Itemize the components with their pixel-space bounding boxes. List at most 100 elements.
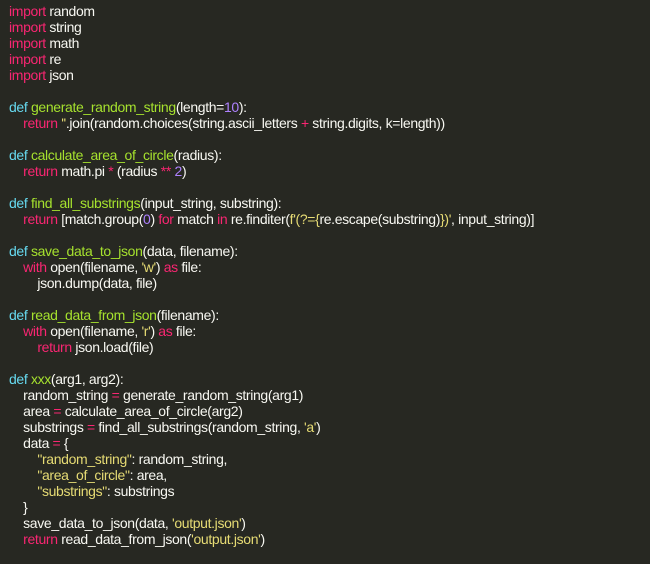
- code-line: }: [9, 499, 650, 515]
- keyword-token: return: [23, 163, 58, 179]
- code-text-token: re.escape(substring): [319, 211, 441, 227]
- code-text-token: open(filename,: [46, 323, 142, 339]
- code-text-token: (radius: [113, 163, 161, 179]
- code-text-token: random_string: [9, 387, 112, 403]
- code-text-token: (length=: [175, 99, 225, 115]
- code-text-token: math: [45, 35, 80, 51]
- code-text-token: json: [45, 67, 74, 83]
- code-text-token: data: [9, 435, 53, 451]
- keyword-token: **: [160, 163, 172, 179]
- code-text-token: : random_string,: [131, 451, 228, 467]
- code-text-token: ):: [238, 99, 247, 115]
- number-token: 2: [174, 163, 183, 179]
- def-keyword-token: def: [9, 371, 31, 387]
- keyword-token: in: [217, 211, 228, 227]
- code-text-token: substrings: [9, 419, 88, 435]
- code-line: json.dump(data, file): [9, 275, 650, 291]
- code-text-token: : substrings: [106, 483, 175, 499]
- string-token: f'(?={: [289, 211, 320, 227]
- code-text-token: (arg1, arg2):: [50, 371, 124, 387]
- code-line: import json: [9, 67, 650, 83]
- string-token: "substrings": [37, 483, 107, 499]
- keyword-token: for: [158, 211, 174, 227]
- code-line: return math.pi * (radius ** 2): [9, 163, 650, 179]
- code-line: substrings = find_all_substrings(random_…: [9, 419, 650, 435]
- keyword-token: import: [9, 51, 46, 67]
- keyword-token: import: [9, 35, 46, 51]
- code-line: return [match.group(0) for match in re.f…: [9, 211, 650, 227]
- def-keyword-token: def: [9, 147, 31, 163]
- code-line: random_string = generate_random_string(a…: [9, 387, 650, 403]
- code-text-token: ): [155, 259, 164, 275]
- code-line: return json.load(file): [9, 339, 650, 355]
- code-line: data = {: [9, 435, 650, 451]
- code-line: def xxx(arg1, arg2):: [9, 371, 650, 387]
- keyword-token: return: [23, 531, 58, 547]
- code-text-token: ): [181, 163, 187, 179]
- code-editor[interactable]: import random import string import math imp…: [0, 0, 650, 564]
- function-name-token: save_data_to_json: [30, 243, 143, 259]
- code-text-token: {: [60, 435, 69, 451]
- code-line: "area_of_circle": area,: [9, 467, 650, 483]
- code-text-token: area: [9, 403, 54, 419]
- code-line: return read_data_from_json('output.json'…: [9, 531, 650, 547]
- code-line: with open(filename, 'r') as file:: [9, 323, 650, 339]
- keyword-token: import: [9, 3, 46, 19]
- code-line: save_data_to_json(data, 'output.json'): [9, 515, 650, 531]
- string-token: 'a': [304, 419, 317, 435]
- code-text-token: find_all_substrings(random_string,: [94, 419, 305, 435]
- code-line: "random_string": random_string,: [9, 451, 650, 467]
- function-name-token: find_all_substrings: [30, 195, 141, 211]
- code-text-token: ): [260, 531, 265, 547]
- code-line: def calculate_area_of_circle(radius):: [9, 147, 650, 163]
- code-line: def read_data_from_json(filename):: [9, 307, 650, 323]
- code-line: def find_all_substrings(input_string, su…: [9, 195, 650, 211]
- code-text-token: random: [45, 3, 95, 19]
- code-line: import re: [9, 51, 650, 67]
- keyword-token: import: [9, 67, 46, 83]
- code-text-token: read_data_from_json(: [57, 531, 192, 547]
- function-name-token: read_data_from_json: [30, 307, 157, 323]
- keyword-token: +: [300, 115, 309, 131]
- code-line: "substrings": substrings: [9, 483, 650, 499]
- code-text-token: (input_string, substring):: [140, 195, 282, 211]
- string-token: "area_of_circle": [37, 467, 130, 483]
- code-line: import random: [9, 3, 650, 19]
- def-keyword-token: def: [9, 243, 31, 259]
- keyword-token: with: [23, 259, 47, 275]
- keyword-token: with: [23, 323, 47, 339]
- function-name-token: xxx: [30, 371, 51, 387]
- code-text-token: .join(random.choices(string.ascii_letter…: [65, 115, 301, 131]
- number-token: 10: [224, 99, 239, 115]
- code-line: import string: [9, 19, 650, 35]
- code-text-token: string: [45, 19, 82, 35]
- code-text-token: string.digits, k=length)): [308, 115, 445, 131]
- code-line: return ''.join(random.choices(string.asc…: [9, 115, 650, 131]
- string-token: 'output.json': [191, 531, 261, 547]
- keyword-token: import: [9, 19, 46, 35]
- string-token: "random_string": [37, 451, 132, 467]
- keyword-token: as: [163, 259, 178, 275]
- keyword-token: =: [87, 419, 95, 435]
- code-text-token: generate_random_string(arg1): [119, 387, 304, 403]
- function-name-token: calculate_area_of_circle: [30, 147, 174, 163]
- keyword-token: as: [158, 323, 173, 339]
- code-text-token: math.pi: [57, 163, 109, 179]
- code-text-token: json.dump(data, file): [9, 275, 157, 291]
- code-text-token: file:: [172, 323, 196, 339]
- code-line: def save_data_to_json(data, filename):: [9, 243, 650, 259]
- def-keyword-token: def: [9, 195, 31, 211]
- code-text-token: , input_string)]: [451, 211, 535, 227]
- code-text-token: save_data_to_json(data,: [9, 515, 172, 531]
- code-text-token: json.load(file): [71, 339, 154, 355]
- code-text-token: : area,: [129, 467, 168, 483]
